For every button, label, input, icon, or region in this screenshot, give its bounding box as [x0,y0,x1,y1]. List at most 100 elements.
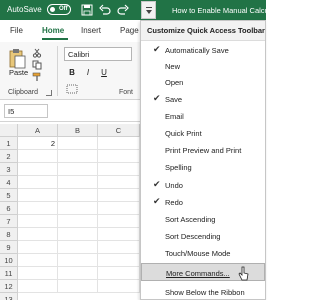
cell[interactable] [58,241,98,254]
menu-item-label: Sort Descending [165,232,221,241]
column-header-c[interactable]: C [98,124,140,137]
cell[interactable] [18,202,58,215]
cell[interactable] [98,189,140,202]
cell[interactable] [18,176,58,189]
autosave-toggle[interactable]: Off [47,4,71,15]
cut-icon[interactable] [32,48,42,58]
menu-item-open[interactable]: Open [141,73,265,91]
cell[interactable] [58,163,98,176]
check-icon: ✔ [153,44,161,54]
tab-page[interactable]: Page [120,26,139,35]
undo-icon[interactable] [98,3,112,17]
row-header[interactable]: 3 [0,163,18,176]
row-header[interactable]: 12 [0,280,18,293]
tab-home[interactable]: Home [42,26,64,35]
menu-item-spelling[interactable]: Spelling [141,158,265,176]
cell[interactable] [58,254,98,267]
cell[interactable] [18,280,58,293]
cell-a1[interactable]: 2 [18,137,58,150]
cell[interactable] [98,202,140,215]
check-icon: ✔ [153,196,161,206]
cell[interactable] [58,228,98,241]
cell[interactable] [58,267,98,280]
menu-item-show-below-ribbon[interactable]: Show Below the Ribbon [141,283,265,300]
cell[interactable] [18,150,58,163]
bold-button[interactable]: B [66,68,78,80]
paste-icon[interactable] [8,48,26,70]
row-header[interactable]: 10 [0,254,18,267]
menu-item-print-preview[interactable]: Print Preview and Print [141,141,265,159]
check-icon: ✔ [153,179,161,189]
clipboard-group-label: Clipboard [8,89,38,96]
underline-button[interactable]: U [98,68,110,80]
cell[interactable] [98,176,140,189]
row-header[interactable]: 13 [0,293,18,300]
row-header[interactable]: 1 [0,137,18,150]
menu-item-redo[interactable]: ✔ Redo [141,193,265,211]
cell[interactable] [98,137,140,150]
row-header[interactable]: 2 [0,150,18,163]
customize-qat-button[interactable] [141,1,156,19]
cell[interactable] [58,280,98,293]
row-header[interactable]: 6 [0,202,18,215]
toggle-knob [50,7,55,12]
menu-item-label: Spelling [165,163,192,172]
menu-item-label: Quick Print [165,129,202,138]
worksheet-grid[interactable]: A B C 1 2 3 4 5 6 7 8 9 10 11 12 13 2 [0,124,140,300]
menu-item-touch-mouse-mode[interactable]: Touch/Mouse Mode [141,244,265,262]
cell[interactable] [98,228,140,241]
cell[interactable] [98,215,140,228]
cell[interactable] [18,215,58,228]
cell[interactable] [18,267,58,280]
row-header[interactable]: 11 [0,267,18,280]
cell[interactable] [98,280,140,293]
cell[interactable] [58,176,98,189]
cell[interactable] [18,254,58,267]
row-header[interactable]: 7 [0,215,18,228]
menu-item-sort-descending[interactable]: Sort Descending [141,227,265,245]
cell[interactable] [98,150,140,163]
redo-icon[interactable] [116,3,130,17]
paste-button-label[interactable]: Paste [9,68,28,77]
cell[interactable] [18,241,58,254]
tab-insert[interactable]: Insert [81,26,101,35]
cell[interactable] [98,254,140,267]
menu-item-sort-ascending[interactable]: Sort Ascending [141,210,265,228]
menu-item-undo[interactable]: ✔ Undo [141,176,265,194]
menu-title: Customize Quick Access Toolbar [147,26,265,35]
row-header[interactable]: 8 [0,228,18,241]
cell[interactable] [58,137,98,150]
column-header-a[interactable]: A [18,124,58,137]
cell[interactable] [58,189,98,202]
cell[interactable] [18,163,58,176]
check-icon: ✔ [153,93,161,103]
clipboard-launcher-icon[interactable] [46,90,52,96]
cell[interactable] [18,189,58,202]
row-header[interactable]: 9 [0,241,18,254]
save-icon[interactable] [80,3,94,17]
menu-item-quick-print[interactable]: Quick Print [141,124,265,142]
cell[interactable] [98,163,140,176]
menu-item-email[interactable]: Email [141,107,265,125]
cell[interactable] [98,267,140,280]
name-box-value: I5 [8,107,15,116]
cell[interactable] [58,150,98,163]
mouse-cursor-icon [238,266,249,281]
row-header[interactable]: 4 [0,176,18,189]
cell[interactable] [58,215,98,228]
cell[interactable] [18,228,58,241]
borders-icon[interactable] [66,84,78,94]
cell[interactable] [98,241,140,254]
column-header-b[interactable]: B [58,124,98,137]
italic-button[interactable]: I [82,68,94,80]
font-name-field[interactable]: Calibri [64,47,132,61]
copy-icon[interactable] [32,60,42,70]
autosave-label: AutoSave [7,5,42,14]
tab-file[interactable]: File [10,26,23,35]
row-header[interactable]: 5 [0,189,18,202]
name-box[interactable]: I5 [4,104,48,118]
select-all-corner[interactable] [0,124,18,137]
format-painter-icon[interactable] [32,72,42,82]
menu-item-save[interactable]: ✔ Save [141,90,265,108]
cell[interactable] [58,202,98,215]
